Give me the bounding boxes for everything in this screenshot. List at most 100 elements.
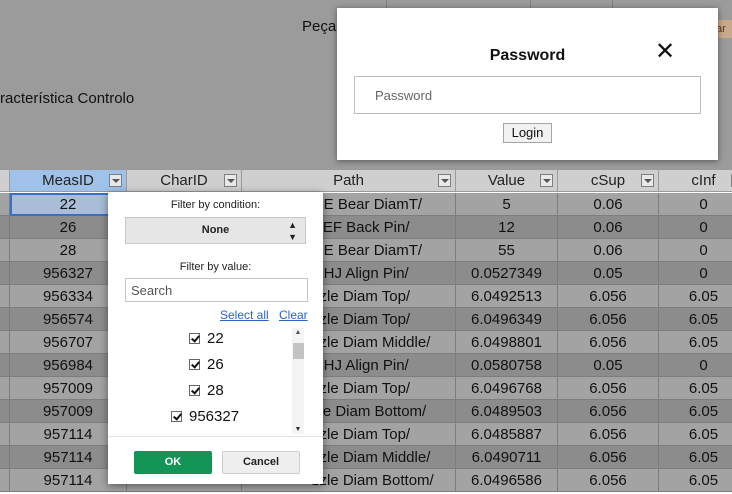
filter-value-item[interactable]: 26 — [189, 356, 224, 378]
checkbox-checked-icon[interactable] — [171, 411, 182, 422]
cancel-button[interactable]: Cancel — [222, 451, 300, 474]
row-header — [0, 239, 10, 262]
table-cell[interactable]: 55 — [456, 239, 558, 262]
column-header-label: CharID — [160, 172, 208, 189]
table-cell[interactable]: 6.056 — [558, 446, 659, 469]
filter-dropdown-icon[interactable] — [438, 174, 451, 187]
scrollbar-thumb[interactable] — [293, 343, 304, 359]
caracteristica-label: racterística Controlo — [0, 90, 135, 107]
filter-by-value-label: Filter by value: — [179, 261, 252, 273]
filter-value-label: 22 — [207, 330, 224, 347]
column-header-label: cInf — [691, 172, 716, 189]
table-cell[interactable]: 6.0496349 — [456, 308, 558, 331]
table-cell[interactable]: 12 — [456, 216, 558, 239]
table-cell[interactable]: 6.0489503 — [456, 400, 558, 423]
table-cell[interactable]: 6.056 — [558, 423, 659, 446]
column-header-value[interactable]: Value — [456, 170, 558, 192]
checkbox-checked-icon[interactable] — [189, 359, 200, 370]
table-cell[interactable]: 6.05 — [659, 400, 732, 423]
table-cell[interactable]: 6.0496768 — [456, 377, 558, 400]
password-input[interactable] — [354, 76, 701, 114]
filter-dropdown: Filter by condition: None ▲ ▼ Filter by v… — [108, 192, 323, 484]
table-cell[interactable]: 0.06 — [558, 216, 659, 239]
table-cell[interactable]: 6.056 — [558, 469, 659, 492]
column-header-label: Value — [487, 172, 526, 189]
table-cell[interactable]: 5 — [456, 193, 558, 216]
filter-dropdown-icon[interactable] — [641, 174, 654, 187]
table-cell[interactable]: 6.056 — [558, 400, 659, 423]
clear-link[interactable]: Clear — [279, 308, 308, 322]
close-icon[interactable]: ✕ — [655, 40, 675, 64]
checkbox-checked-icon[interactable] — [189, 385, 200, 396]
spreadsheet: Peça racterística Controlo ar MeasID Char… — [0, 0, 732, 494]
table-cell[interactable]: 0.05 — [558, 354, 659, 377]
table-cell[interactable]: 6.056 — [558, 285, 659, 308]
table-cell[interactable]: 0.05 — [558, 262, 659, 285]
table-cell[interactable]: 6.056 — [558, 377, 659, 400]
table-cell[interactable]: 0.0527349 — [456, 262, 558, 285]
condition-select-value: None — [201, 224, 230, 236]
filter-dropdown-icon[interactable] — [224, 174, 237, 187]
table-cell[interactable]: 6.056 — [558, 308, 659, 331]
filter-value-label: 26 — [207, 356, 224, 373]
table-cell[interactable]: 0.0580758 — [456, 354, 558, 377]
table-cell[interactable]: 6.0490711 — [456, 446, 558, 469]
filter-dropdown-icon[interactable] — [540, 174, 553, 187]
table-cell[interactable]: 6.0485887 — [456, 423, 558, 446]
table-cell[interactable]: 0.06 — [558, 193, 659, 216]
row-header — [0, 308, 10, 331]
table-cell[interactable]: 6.05 — [659, 469, 732, 492]
table-cell[interactable]: 6.0492513 — [456, 285, 558, 308]
filter-dropdown-icon[interactable] — [109, 174, 122, 187]
table-cell[interactable]: 0 — [659, 354, 732, 377]
column-header-label: MeasID — [42, 172, 94, 189]
filter-list-scrollbar[interactable]: ▲ ▼ — [292, 328, 304, 434]
table-cell[interactable]: 6.05 — [659, 446, 732, 469]
row-header — [0, 469, 10, 492]
login-button[interactable]: Login — [503, 123, 552, 143]
column-header-charid[interactable]: CharID — [127, 170, 242, 192]
row-header — [0, 423, 10, 446]
column-header-path[interactable]: Path — [242, 170, 456, 192]
column-header-label: cSup — [590, 172, 626, 189]
table-cell[interactable]: 0.06 — [558, 239, 659, 262]
table-cell[interactable]: 6.05 — [659, 331, 732, 354]
filter-value-item[interactable]: 22 — [189, 330, 224, 352]
row-header — [0, 216, 10, 239]
table-cell[interactable]: 0 — [659, 193, 732, 216]
column-header-csup[interactable]: cSup — [558, 170, 659, 192]
table-cell[interactable]: 6.05 — [659, 377, 732, 400]
scroll-up-icon[interactable]: ▲ — [292, 328, 304, 337]
up-down-arrows-icon: ▲ ▼ — [288, 220, 297, 242]
table-cell[interactable]: 6.05 — [659, 285, 732, 308]
filter-value-label: 28 — [207, 382, 224, 399]
table-cell[interactable]: 6.056 — [558, 331, 659, 354]
filter-value-list: 22 26 28 956327 — [125, 328, 306, 434]
row-header-corner — [0, 170, 10, 192]
ok-button[interactable]: OK — [134, 451, 212, 474]
table-cell[interactable]: 6.0496586 — [456, 469, 558, 492]
orange-cell[interactable]: ar — [716, 20, 732, 38]
column-header-measid[interactable]: MeasID — [10, 170, 127, 192]
table-cell[interactable]: 0 — [659, 216, 732, 239]
table-cell[interactable]: 6.05 — [659, 423, 732, 446]
scroll-down-icon[interactable]: ▼ — [292, 425, 304, 434]
row-header — [0, 377, 10, 400]
row-header — [0, 262, 10, 285]
row-header — [0, 400, 10, 423]
row-header — [0, 446, 10, 469]
checkbox-checked-icon[interactable] — [189, 333, 200, 344]
condition-select[interactable]: None ▲ ▼ — [125, 217, 306, 244]
filter-value-item[interactable]: 956327 — [171, 408, 239, 430]
column-header-cinf[interactable]: cInf — [659, 170, 732, 192]
table-cell[interactable]: 0 — [659, 239, 732, 262]
peca-label: Peça — [302, 18, 337, 35]
table-cell[interactable]: 6.0498801 — [456, 331, 558, 354]
divider — [108, 436, 323, 437]
select-all-link[interactable]: Select all — [220, 308, 269, 322]
table-cell[interactable]: 0 — [659, 262, 732, 285]
filter-search-input[interactable] — [125, 278, 308, 302]
table-header-row: MeasID CharID Path Value cSup cInf — [0, 170, 732, 193]
table-cell[interactable]: 6.05 — [659, 308, 732, 331]
filter-value-item[interactable]: 28 — [189, 382, 224, 404]
